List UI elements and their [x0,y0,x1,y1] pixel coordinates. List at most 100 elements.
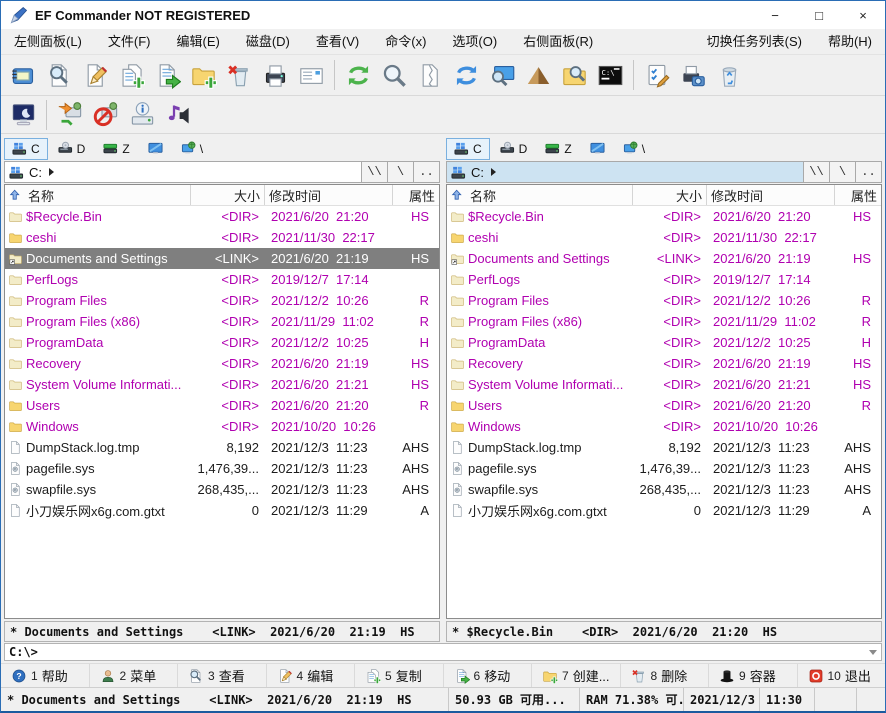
right-file-row[interactable]: 小刀娱乐网x6g.com.gtxt02021/12/3 11:29A [447,500,881,521]
right-file-row[interactable]: Windows<DIR>2021/10/20 10:26 [447,416,881,437]
move-button[interactable] [149,58,185,92]
right-header-attr[interactable]: 属性 [835,185,881,205]
fn-7-button[interactable]: 7创建... [532,664,621,687]
menu-命令(x)[interactable]: 命令(x) [372,29,439,54]
right-drive-tab-C[interactable]: C [446,138,490,160]
edit-file-button[interactable] [77,58,113,92]
panels-button[interactable] [5,58,41,92]
menu-左侧面板(L)[interactable]: 左侧面板(L) [1,29,95,54]
search-button[interactable] [376,58,412,92]
right-root-button[interactable]: \ [829,162,855,182]
menu-帮助(H)[interactable]: 帮助(H) [815,29,885,54]
right-parent-button[interactable]: .. [855,162,881,182]
left-drive-tab-\[interactable]: \ [173,138,211,160]
left-file-row[interactable]: Users<DIR>2021/6/20 21:20R [5,395,439,416]
menu-选项(O)[interactable]: 选项(O) [439,29,510,54]
right-header-size[interactable]: 大小 [633,185,707,205]
right-file-row[interactable]: pagefile.sys1,476,39...2021/12/3 11:23AH… [447,458,881,479]
left-parent-button[interactable]: .. [413,162,439,182]
fn-5-button[interactable]: 5复制 [355,664,444,687]
left-file-row[interactable]: ProgramData<DIR>2021/12/2 10:25H [5,332,439,353]
right-file-row[interactable]: Recovery<DIR>2021/6/20 21:19HS [447,353,881,374]
refresh-button[interactable] [340,58,376,92]
menu-编辑(E)[interactable]: 编辑(E) [164,29,233,54]
right-header-date[interactable]: 修改时间 [707,185,835,205]
folder-search-button[interactable] [556,58,592,92]
menu-查看(V)[interactable]: 查看(V) [303,29,372,54]
menu-右侧面板(R)[interactable]: 右侧面板(R) [510,29,606,54]
fn-8-button[interactable]: 8删除 [621,664,710,687]
left-header-date[interactable]: 修改时间 [265,185,393,205]
mail-button[interactable] [293,58,329,92]
left-drive-tab-screen[interactable] [140,138,171,160]
right-file-row[interactable]: DumpStack.log.tmp8,1922021/12/3 11:23AHS [447,437,881,458]
delete-button[interactable] [221,58,257,92]
right-root-unc-button[interactable]: \\ [803,162,829,182]
left-file-row[interactable]: Windows<DIR>2021/10/20 10:26 [5,416,439,437]
command-line[interactable]: C:\> [4,643,882,661]
menu-文件(F)[interactable]: 文件(F) [95,29,164,54]
drive-info-button[interactable] [124,98,160,132]
right-file-row[interactable]: ProgramData<DIR>2021/12/2 10:25H [447,332,881,353]
left-file-row[interactable]: System Volume Informati...<DIR>2021/6/20… [5,374,439,395]
pyramid-button[interactable] [520,58,556,92]
fn-9-button[interactable]: 9容器 [709,664,798,687]
print-button[interactable] [257,58,293,92]
left-root-unc-button[interactable]: \\ [361,162,387,182]
fn-2-button[interactable]: 2菜单 [90,664,179,687]
right-drive-tab-D[interactable]: D [492,138,536,160]
left-file-row[interactable]: swapfile.sys268,435,...2021/12/3 11:23AH… [5,479,439,500]
right-path-field[interactable]: C: [447,162,803,182]
close-button[interactable]: × [841,1,885,29]
sync-button[interactable] [448,58,484,92]
split-file-button[interactable] [412,58,448,92]
left-drive-tab-C[interactable]: C [4,138,48,160]
right-file-row[interactable]: Documents and Settings<LINK>2021/6/20 21… [447,248,881,269]
fn-4-button[interactable]: 4编辑 [267,664,356,687]
right-drive-tab-screen[interactable] [582,138,613,160]
right-drive-tab-\[interactable]: \ [615,138,653,160]
print-capture-button[interactable] [675,58,711,92]
left-file-row[interactable]: Program Files<DIR>2021/12/2 10:26R [5,290,439,311]
fn-6-button[interactable]: 6移动 [444,664,533,687]
fn-10-button[interactable]: 10退出 [798,664,886,687]
left-file-row[interactable]: Recovery<DIR>2021/6/20 21:19HS [5,353,439,374]
monitor-sleep-button[interactable] [5,98,41,132]
right-file-row[interactable]: PerfLogs<DIR>2019/12/7 17:14 [447,269,881,290]
maximize-button[interactable]: □ [797,1,841,29]
right-file-row[interactable]: Program Files<DIR>2021/12/2 10:26R [447,290,881,311]
command-prompt-button[interactable]: C:\ [592,58,628,92]
view-file-button[interactable] [41,58,77,92]
left-file-row[interactable]: DumpStack.log.tmp8,1922021/12/3 11:23AHS [5,437,439,458]
left-file-row[interactable]: 小刀娱乐网x6g.com.gtxt02021/12/3 11:29A [5,500,439,521]
left-header-size[interactable]: 大小 [191,185,265,205]
right-file-row[interactable]: $Recycle.Bin<DIR>2021/6/20 21:20HS [447,206,881,227]
right-file-row[interactable]: System Volume Informati...<DIR>2021/6/20… [447,374,881,395]
left-drive-tab-Z[interactable]: Z [95,138,137,160]
left-header-name[interactable]: 名称 [5,185,191,205]
sound-button[interactable] [160,98,196,132]
checklist-button[interactable] [639,58,675,92]
right-file-row[interactable]: Program Files (x86)<DIR>2021/11/29 11:02… [447,311,881,332]
screen-search-button[interactable] [484,58,520,92]
left-file-row[interactable]: pagefile.sys1,476,39...2021/12/3 11:23AH… [5,458,439,479]
right-file-row[interactable]: swapfile.sys268,435,...2021/12/3 11:23AH… [447,479,881,500]
left-file-row[interactable]: Documents and Settings<LINK>2021/6/20 21… [5,248,439,269]
right-file-row[interactable]: Users<DIR>2021/6/20 21:20R [447,395,881,416]
left-header-attr[interactable]: 属性 [393,185,439,205]
left-file-row[interactable]: $Recycle.Bin<DIR>2021/6/20 21:20HS [5,206,439,227]
new-folder-button[interactable] [185,58,221,92]
copy-button[interactable] [113,58,149,92]
minimize-button[interactable]: − [753,1,797,29]
chevron-down-icon[interactable] [869,650,877,655]
recycle-bin-button[interactable] [711,58,747,92]
left-file-row[interactable]: Program Files (x86)<DIR>2021/11/29 11:02… [5,311,439,332]
left-root-button[interactable]: \ [387,162,413,182]
right-file-row[interactable]: ceshi<DIR>2021/11/30 22:17 [447,227,881,248]
fn-1-button[interactable]: ?1帮助 [1,664,90,687]
connect-drive-button[interactable] [52,98,88,132]
right-drive-tab-Z[interactable]: Z [537,138,579,160]
left-drive-tab-D[interactable]: D [50,138,94,160]
right-header-name[interactable]: 名称 [447,185,633,205]
menu-切换任务列表(S)[interactable]: 切换任务列表(S) [694,29,815,54]
